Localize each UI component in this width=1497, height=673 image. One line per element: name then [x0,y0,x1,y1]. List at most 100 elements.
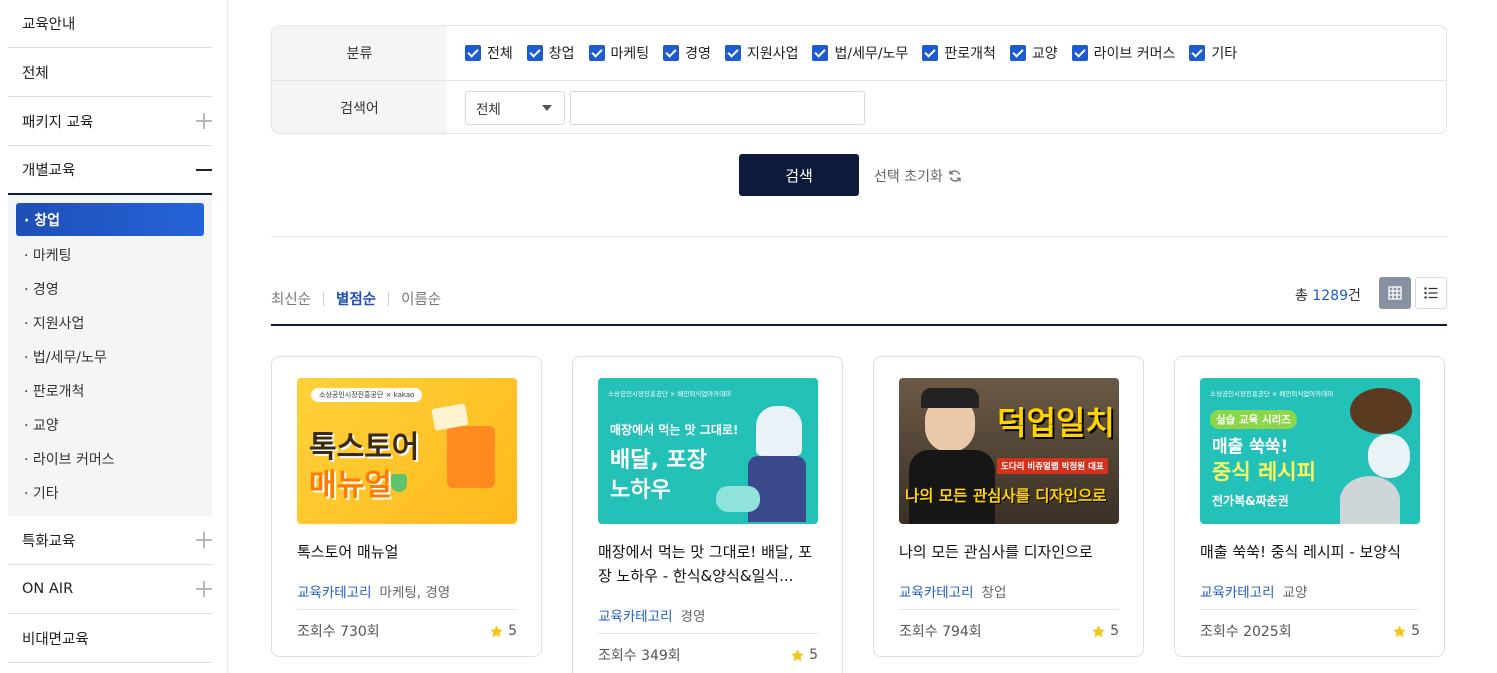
course-card[interactable]: 소상공인시장진흥공단 × 배민외식업아카데미 매장에서 먹는 맛 그대로! 배달… [572,356,843,673]
sidebar-item-package[interactable]: 패키지 교육 [8,97,212,146]
thumbnail-speaker: 도다리 비쥬얼랩 박정원 대표 [997,458,1108,474]
sidebar-item-all[interactable]: 전체 [8,48,212,97]
course-thumbnail: 소상공인시장진흥공단 × 배민외식업아카데미 매장에서 먹는 맛 그대로! 배달… [598,378,818,524]
total-suffix: 건 [1347,288,1361,304]
sidebar-sub-item-sales[interactable]: · 판로개척 [16,374,204,408]
course-card[interactable]: 소상공인시장진흥공단 × kakao 톡스토어 매뉴얼 톡스토어 매뉴얼 교육카… [271,356,542,657]
keyword-label: 검색어 [272,81,447,133]
checkbox-law[interactable]: 법/세무/노무 [812,43,908,63]
course-category: 교육카테고리 경영 [598,605,705,625]
keyword-scope-select[interactable]: 전체 [465,90,565,125]
sidebar-sub-item-live-commerce[interactable]: · 라이브 커머스 [16,442,204,476]
sort-name[interactable]: 이름순 [401,288,441,309]
collapse-minus-icon[interactable] [196,162,212,178]
chevron-down-icon [542,104,552,111]
star-icon [490,624,503,637]
search-button[interactable]: 검색 [739,154,859,196]
course-card[interactable]: 덕업일치 도다리 비쥬얼랩 박정원 대표 나의 모든 관심사를 디자인으로 나의… [873,356,1144,657]
checkbox-etc[interactable]: 기타 [1189,43,1237,63]
view-count: 조회수 794회 [899,624,982,640]
course-footer: 조회수 2025회 5 [1200,621,1420,641]
checkbox-live-commerce[interactable]: 라이브 커머스 [1071,43,1175,63]
checkbox-checked-icon [1009,45,1026,61]
sidebar-menu: 교육안내 전체 패키지 교육 개별교육 · 창업 · 마케팅 · 경영 · 지원… [8,0,212,663]
checkbox-startup[interactable]: 창업 [526,43,575,63]
expand-plus-icon[interactable] [196,581,212,597]
rating: 5 [1091,621,1119,641]
sidebar-sub-item-support[interactable]: · 지원사업 [16,306,204,340]
sidebar-item-label: ON AIR [22,581,74,597]
course-title: 톡스토어 매뉴얼 [297,543,399,561]
thumbnail-headline: 덕업일치 [997,404,1115,442]
category-label: 교육카테고리 [598,609,673,625]
filter-panel: 분류 전체 창업 마케팅 경영 지원사업 법/세무/노무 판로개척 교양 라이브… [271,25,1447,134]
total-number: 1289 [1312,288,1348,304]
checkbox-label: 판로개척 [944,46,996,62]
checkbox-label: 전체 [487,46,513,62]
course-category: 교육카테고리 교양 [1200,581,1307,601]
rating-value: 5 [508,623,517,639]
sidebar-sub-item-culture[interactable]: · 교양 [16,408,204,442]
checkbox-culture[interactable]: 교양 [1009,43,1058,63]
star-icon [1092,624,1105,637]
thumbnail-logos: 소상공인시장진흥공단 × 배민외식업아카데미 [1210,390,1334,398]
rating: 5 [790,645,818,665]
list-icon [1424,287,1438,299]
category-value: 창업 [981,585,1007,601]
checkbox-label: 법/세무/노무 [834,46,909,62]
sidebar-item-label: 비대면교육 [22,631,89,648]
course-thumbnail: 덕업일치 도다리 비쥬얼랩 박정원 대표 나의 모든 관심사를 디자인으로 [899,378,1119,524]
card-divider [899,609,1119,610]
keyword-input[interactable] [570,90,865,125]
section-divider [271,236,1447,237]
keyword-row: 검색어 전체 [272,80,1446,133]
sort-separator [323,291,325,306]
sidebar-sub-item-marketing[interactable]: · 마케팅 [16,238,204,272]
reset-button[interactable]: 선택 초기화 [874,166,962,186]
category-value: 마케팅, 경영 [379,585,451,601]
sidebar-item-special[interactable]: 특화교육 [8,516,212,565]
sidebar-item-label: 개별교육 [22,163,76,179]
thumbnail-subline: 나의 모든 관심사를 디자인으로 [905,487,1107,505]
sidebar-item-label: 교육안내 [22,17,76,33]
sidebar-sub-item-etc[interactable]: · 기타 [16,476,204,510]
sidebar-sub-item-law[interactable]: · 법/세무/노무 [16,340,204,374]
category-label: 교육카테고리 [1200,585,1275,601]
rating: 5 [489,621,517,641]
checkbox-label: 기타 [1211,46,1238,62]
sidebar-item-guide[interactable]: 교육안내 [8,0,212,48]
expand-plus-icon[interactable] [196,113,212,129]
sidebar-sub-item-startup[interactable]: · 창업 [16,203,204,236]
sidebar-item-online[interactable]: 비대면교육 [8,614,212,663]
rating-value: 5 [1411,623,1420,639]
sidebar-sub-item-management[interactable]: · 경영 [16,272,204,306]
course-footer: 조회수 730회 5 [297,621,517,641]
card-divider [1200,609,1420,610]
expand-plus-icon[interactable] [196,532,212,548]
scooter-illustration [716,486,760,512]
sidebar-item-on-air[interactable]: ON AIR [8,565,212,614]
sort-rating[interactable]: 별점순 [336,288,376,309]
checkbox-label: 창업 [548,46,575,62]
checkbox-support[interactable]: 지원사업 [724,43,798,63]
character-head [756,406,802,456]
course-card[interactable]: 소상공인시장진흥공단 × 배민외식업아카데미 실습 교육 시리즈 매출 쑥쑥! … [1174,356,1445,657]
checkbox-sales[interactable]: 판로개척 [922,43,996,63]
list-header-line [271,324,1447,326]
store-illustration [447,426,495,488]
star-icon [791,648,804,661]
person-hat [921,388,979,408]
sidebar-item-label: 전체 [22,65,49,82]
sidebar-item-individual[interactable]: 개별교육 [8,146,212,195]
checkbox-management[interactable]: 경영 [663,43,711,63]
checkbox-checked-icon [663,45,680,61]
category-value: 교양 [1282,585,1308,601]
sort-latest[interactable]: 최신순 [271,288,311,309]
view-count: 조회수 349회 [598,648,681,664]
grid-view-button[interactable] [1379,277,1411,309]
list-view-button[interactable] [1415,277,1447,309]
checkbox-marketing[interactable]: 마케팅 [588,43,649,63]
thumbnail-tagline: 매출 쑥쑥! [1212,437,1289,457]
category-label: 분류 [272,26,447,80]
checkbox-all[interactable]: 전체 [465,43,513,63]
